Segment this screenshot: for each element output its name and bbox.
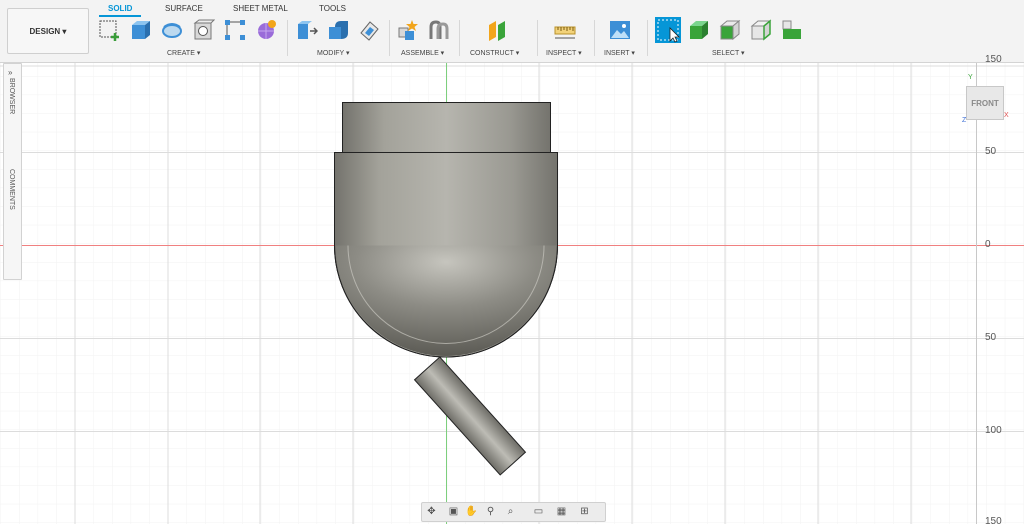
viewcube-x-label: X <box>1004 112 1009 119</box>
group-separator <box>459 20 460 56</box>
new-component-icon[interactable] <box>397 19 419 41</box>
tab-tools[interactable]: TOOLS <box>319 4 346 13</box>
comments-toggle[interactable]: COMMENTS <box>8 169 15 210</box>
grid-icon[interactable]: ▦ <box>556 506 567 517</box>
design-workspace-button[interactable]: DESIGN ▾ <box>7 8 89 54</box>
model-canvas <box>0 63 1024 524</box>
shell-icon[interactable] <box>358 19 380 41</box>
ruler-label: 50 <box>985 146 997 157</box>
group-construct-label[interactable]: CONSTRUCT ▾ <box>470 49 519 57</box>
ruler-label: 50 <box>985 332 997 343</box>
joint-icon[interactable] <box>428 19 450 41</box>
orbit-icon[interactable]: ✥ <box>426 506 437 517</box>
create-sketch-icon[interactable] <box>98 19 120 41</box>
group-separator <box>389 20 390 56</box>
group-inspect-label[interactable]: INSPECT ▾ <box>546 49 582 57</box>
pan-icon[interactable]: ✋ <box>465 506 477 517</box>
ruler-label: 100 <box>985 425 1002 436</box>
revolve-icon[interactable] <box>161 19 183 41</box>
offset-plane-icon[interactable] <box>486 19 508 41</box>
insert-image-icon[interactable] <box>609 19 631 41</box>
zoom-icon[interactable]: ⚲ <box>485 506 496 517</box>
group-select-label[interactable]: SELECT ▾ <box>712 49 745 57</box>
press-pull-icon[interactable] <box>296 19 318 41</box>
vessel-top-rim[interactable] <box>342 102 551 153</box>
viewcube-face-label: FRONT <box>971 98 999 108</box>
look-at-icon[interactable]: ▣ <box>448 506 459 517</box>
active-tab-indicator <box>99 15 141 17</box>
navigation-bar: ✥ ▣ ✋ ⚲ ⌕ ▭ ▦ ⊞ <box>421 502 606 522</box>
measure-icon[interactable] <box>554 19 576 41</box>
ruler-label: 150 <box>985 516 1002 527</box>
create-form-icon[interactable] <box>255 19 277 41</box>
select-tool-icon[interactable] <box>655 17 681 43</box>
group-modify-label[interactable]: MODIFY ▾ <box>317 49 350 57</box>
group-separator <box>287 20 288 56</box>
select-edge-icon[interactable] <box>750 19 772 41</box>
tab-surface[interactable]: SURFACE <box>165 4 203 13</box>
tab-solid[interactable]: SOLID <box>108 4 132 13</box>
group-separator <box>537 20 538 56</box>
group-create-label[interactable]: CREATE ▾ <box>167 49 200 57</box>
viewcube[interactable]: FRONT <box>966 86 1004 120</box>
hole-icon[interactable] <box>193 19 215 41</box>
ruler-label: 150 <box>985 54 1002 65</box>
display-settings-icon[interactable]: ▭ <box>533 506 544 517</box>
select-body-icon[interactable] <box>688 19 710 41</box>
fit-icon[interactable]: ⌕ <box>505 506 516 517</box>
canvas-viewport[interactable] <box>0 63 1024 524</box>
toolbar: DESIGN ▾ SOLID SURFACE SHEET METAL TOOLS… <box>0 0 1024 63</box>
tab-sheet-metal[interactable]: SHEET METAL <box>233 4 288 13</box>
ruler-label: 0 <box>985 239 991 250</box>
viewports-icon[interactable]: ⊞ <box>579 506 590 517</box>
fillet-icon[interactable] <box>327 19 349 41</box>
viewcube-z-label: Z <box>962 117 967 124</box>
group-separator <box>594 20 595 56</box>
extrude-icon[interactable] <box>129 19 151 41</box>
group-assemble-label[interactable]: ASSEMBLE ▾ <box>401 49 444 57</box>
expand-icon[interactable]: » <box>8 68 12 77</box>
select-window-icon[interactable] <box>781 19 803 41</box>
viewcube-y-label: Y <box>968 74 973 81</box>
group-insert-label[interactable]: INSERT ▾ <box>604 49 635 57</box>
side-panel: » BROWSER COMMENTS <box>3 63 22 280</box>
browser-toggle[interactable]: BROWSER <box>8 78 15 114</box>
rectangular-pattern-icon[interactable] <box>224 19 246 41</box>
group-separator <box>647 20 648 56</box>
select-face-icon[interactable] <box>719 19 741 41</box>
